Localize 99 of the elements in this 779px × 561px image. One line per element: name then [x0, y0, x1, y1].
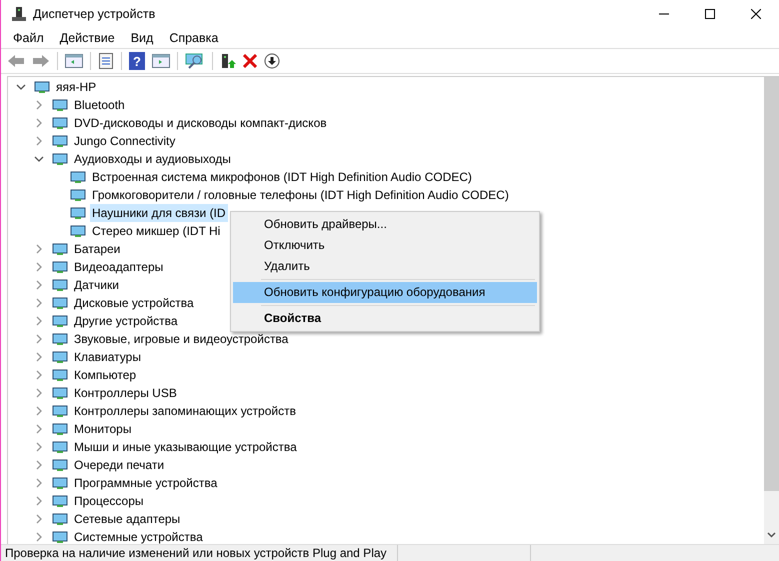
collapse-chevron-icon[interactable]	[34, 370, 44, 380]
device-icon	[52, 529, 68, 544]
collapse-chevron-icon[interactable]	[34, 298, 44, 308]
tree-item[interactable]: Мониторы	[72, 420, 134, 438]
device-icon	[52, 493, 68, 509]
collapse-chevron-icon[interactable]	[34, 280, 44, 290]
device-icon	[70, 205, 86, 221]
device-icon	[52, 313, 68, 329]
context-menu-item[interactable]: Обновить драйверы...	[233, 214, 537, 235]
device-icon	[52, 97, 68, 113]
tree-item[interactable]: DVD-дисководы и дисководы компакт-дисков	[72, 114, 329, 132]
device-icon	[70, 169, 86, 185]
device-icon	[52, 457, 68, 473]
window-title: Диспетчер устройств	[33, 7, 156, 21]
tree-item[interactable]: Звуковые, игровые и видеоустройства	[72, 330, 290, 348]
device-icon	[52, 439, 68, 455]
device-icon	[52, 331, 68, 347]
device-icon	[52, 475, 68, 491]
context-menu-item[interactable]: Отключить	[233, 235, 537, 256]
expand-chevron-icon[interactable]	[16, 82, 26, 92]
collapse-chevron-icon[interactable]	[34, 136, 44, 146]
tree-item[interactable]: Батареи	[72, 240, 122, 258]
tree-item[interactable]: Контроллеры USB	[72, 384, 179, 402]
help-button[interactable]: ?	[129, 52, 145, 70]
forward-arrow-icon[interactable]	[32, 54, 50, 68]
collapse-chevron-icon[interactable]	[34, 352, 44, 362]
tree-item[interactable]: Дисковые устройства	[72, 294, 196, 312]
context-menu-item[interactable]: Удалить	[233, 256, 537, 277]
device-icon	[52, 349, 68, 365]
status-text: Проверка на наличие изменений или новых устройств Plug and Play	[5, 546, 388, 560]
collapse-chevron-icon[interactable]	[34, 478, 44, 488]
device-icon	[52, 277, 68, 293]
collapse-chevron-icon[interactable]	[34, 316, 44, 326]
collapse-chevron-icon[interactable]	[34, 424, 44, 434]
device-icon	[52, 295, 68, 311]
tree-item[interactable]: Датчики	[72, 276, 121, 294]
expand-chevron-icon[interactable]	[34, 154, 44, 164]
collapse-chevron-icon[interactable]	[34, 118, 44, 128]
collapse-chevron-icon[interactable]	[34, 532, 44, 542]
app-icon	[11, 6, 27, 22]
tree-item[interactable]: Контроллеры запоминающих устройств	[72, 402, 298, 420]
device-icon	[52, 367, 68, 383]
collapse-chevron-icon[interactable]	[34, 514, 44, 524]
device-icon	[52, 385, 68, 401]
menu-item[interactable]: Вид	[122, 31, 162, 45]
tree-item[interactable]: Системные устройства	[72, 528, 205, 544]
device-icon	[52, 511, 68, 527]
tree-item[interactable]: Наушники для связи (ID	[90, 204, 228, 222]
collapse-chevron-icon[interactable]	[34, 442, 44, 452]
window-panel-icon[interactable]	[152, 54, 170, 68]
device-icon	[70, 223, 86, 239]
tree-item[interactable]: Программные устройства	[72, 474, 220, 492]
tree-item[interactable]: Другие устройства	[72, 312, 180, 330]
collapse-chevron-icon[interactable]	[34, 334, 44, 344]
tree-item[interactable]: Стерео микшер (IDT Hi	[90, 222, 222, 240]
tree-item[interactable]: Компьютер	[72, 366, 138, 384]
tree-item[interactable]: Очереди печати	[72, 456, 166, 474]
tree-item[interactable]: яяя-HP	[54, 78, 98, 96]
menu-item[interactable]: Файл	[5, 31, 52, 45]
down-arrow-circle-icon[interactable]	[264, 53, 280, 69]
device-icon	[52, 133, 68, 149]
monitor-magnifier-icon[interactable]	[185, 53, 205, 69]
collapse-chevron-icon[interactable]	[34, 244, 44, 254]
device-icon	[52, 403, 68, 419]
device-icon	[52, 421, 68, 437]
tree-item[interactable]: Bluetooth	[72, 96, 127, 114]
scroll-down-icon[interactable]	[767, 532, 776, 538]
collapse-chevron-icon[interactable]	[34, 406, 44, 416]
list-window-icon[interactable]	[98, 53, 114, 69]
collapse-chevron-icon[interactable]	[34, 496, 44, 506]
collapse-chevron-icon[interactable]	[34, 460, 44, 470]
context-menu-item[interactable]: Свойства	[233, 308, 537, 329]
device-icon	[70, 187, 86, 203]
tree-item[interactable]: Клавиатуры	[72, 348, 143, 366]
collapse-chevron-icon[interactable]	[34, 388, 44, 398]
device-icon	[52, 115, 68, 131]
menu-item[interactable]: Справка	[161, 31, 226, 45]
tree-item[interactable]: Процессоры	[72, 492, 146, 510]
tree-item[interactable]: Встроенная система микрофонов (IDT High Definition Audio CODEC)	[90, 168, 474, 186]
context-menu-item[interactable]: Обновить конфигурацию оборудования	[233, 282, 537, 303]
delete-x-icon[interactable]	[243, 54, 257, 68]
maximize-icon[interactable]	[705, 9, 715, 19]
window-panel-icon[interactable]	[65, 54, 83, 68]
menu-item[interactable]: Действие	[52, 31, 123, 45]
device-icon	[52, 241, 68, 257]
tree-item[interactable]: Jungo Connectivity	[72, 132, 178, 150]
device-up-arrow-icon[interactable]	[220, 53, 236, 69]
device-icon	[34, 79, 50, 95]
tree-item[interactable]: Громкоговорители / головные телефоны (IDT High Definition Audio CODEC)	[90, 186, 511, 204]
device-icon	[52, 259, 68, 275]
collapse-chevron-icon[interactable]	[34, 262, 44, 272]
close-icon[interactable]	[751, 9, 761, 19]
tree-item[interactable]: Аудиовходы и аудиовыходы	[72, 150, 233, 168]
tree-item[interactable]: Видеоадаптеры	[72, 258, 166, 276]
back-arrow-icon[interactable]	[7, 54, 25, 68]
tree-item[interactable]: Сетевые адаптеры	[72, 510, 182, 528]
collapse-chevron-icon[interactable]	[34, 100, 44, 110]
tree-item[interactable]: Мыши и иные указывающие устройства	[72, 438, 299, 456]
device-icon	[52, 151, 68, 167]
